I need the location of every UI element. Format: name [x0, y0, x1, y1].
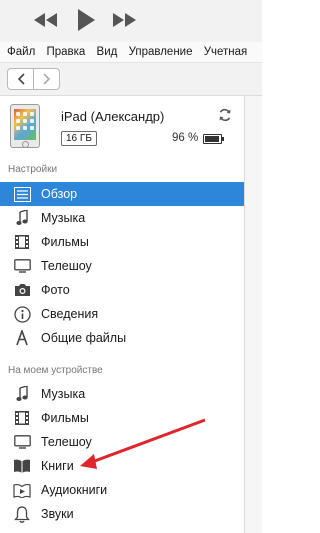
section-on-device-title: На моем устройстве	[8, 365, 103, 376]
audiobook-icon	[13, 481, 31, 499]
battery-percent: 96 %	[172, 132, 199, 144]
film-icon	[13, 409, 31, 427]
menu-bar: Файл Правка Вид Управление Учетная	[0, 42, 262, 63]
device-name: iPad (Александр)	[61, 109, 165, 124]
sidebar-item-movies[interactable]: Фильмы	[0, 230, 244, 254]
fast-forward-icon[interactable]	[111, 9, 137, 31]
sidebar-item-label: Фильмы	[41, 235, 89, 249]
title-bar	[0, 0, 262, 42]
chevron-right-icon	[42, 73, 50, 85]
sidebar-item-label: Звуки	[41, 507, 74, 521]
battery-icon	[203, 134, 224, 144]
sidebar-item-file-sharing[interactable]: Общие файлы	[0, 326, 244, 350]
sidebar-item-label: Телешоу	[41, 259, 92, 273]
sidebar-item-summary[interactable]: Обзор	[0, 182, 244, 206]
device-header[interactable]: iPad (Александр) 16 ГБ 96 %	[0, 96, 244, 160]
sidebar-item-device-movies[interactable]: Фильмы	[0, 406, 244, 430]
sidebar-item-label: Музыка	[41, 387, 86, 401]
sidebar-item-label: Сведения	[41, 307, 99, 321]
summary-list-icon	[13, 185, 31, 203]
bell-icon	[13, 505, 31, 523]
sidebar-item-label: Обзор	[41, 187, 78, 201]
back-forward-group	[7, 68, 60, 90]
music-note-icon	[13, 385, 31, 403]
sidebar-item-device-audiobooks[interactable]: Аудиокниги	[0, 478, 244, 502]
sidebar-item-label: Книги	[41, 459, 74, 473]
menu-controls[interactable]: Управление	[129, 42, 193, 62]
menu-view[interactable]: Вид	[97, 42, 118, 62]
sidebar-item-label: Общие файлы	[41, 331, 127, 345]
music-note-icon	[13, 209, 31, 227]
ipad-thumbnail	[10, 104, 40, 148]
camera-icon	[13, 281, 31, 299]
device-capacity-badge: 16 ГБ	[61, 131, 97, 146]
content-pane	[245, 96, 262, 533]
film-icon	[13, 233, 31, 251]
sidebar-item-label: Телешоу	[41, 435, 92, 449]
sidebar-item-device-music[interactable]: Музыка	[0, 382, 244, 406]
navigation-bar	[0, 63, 262, 96]
book-icon	[13, 457, 31, 475]
sidebar-item-music[interactable]: Музыка	[0, 206, 244, 230]
menu-edit[interactable]: Правка	[46, 42, 85, 62]
forward-button[interactable]	[33, 69, 59, 89]
apps-icon	[13, 329, 31, 347]
info-icon	[13, 305, 31, 323]
menu-file[interactable]: Файл	[7, 42, 35, 62]
sidebar-item-device-tvshows[interactable]: Телешоу	[0, 430, 244, 454]
sidebar-item-label: Фото	[41, 283, 70, 297]
play-icon[interactable]	[74, 9, 98, 31]
sidebar-item-label: Фильмы	[41, 411, 89, 425]
chevron-left-icon	[17, 73, 25, 85]
back-button[interactable]	[8, 69, 33, 89]
sidebar-item-device-books[interactable]: Книги	[0, 454, 244, 478]
sidebar-item-info[interactable]: Сведения	[0, 302, 244, 326]
tv-icon	[13, 433, 31, 451]
tv-icon	[13, 257, 31, 275]
sidebar: iPad (Александр) 16 ГБ 96 % Настройки Об…	[0, 96, 244, 533]
sidebar-item-label: Аудиокниги	[41, 483, 108, 497]
sidebar-item-tvshows[interactable]: Телешоу	[0, 254, 244, 278]
sidebar-item-photos[interactable]: Фото	[0, 278, 244, 302]
sidebar-item-label: Музыка	[41, 211, 86, 225]
sidebar-item-device-tones[interactable]: Звуки	[0, 502, 244, 526]
menu-account[interactable]: Учетная	[204, 42, 248, 62]
rewind-icon[interactable]	[33, 9, 59, 31]
section-settings-title: Настройки	[8, 164, 58, 175]
sync-icon[interactable]	[218, 108, 232, 122]
